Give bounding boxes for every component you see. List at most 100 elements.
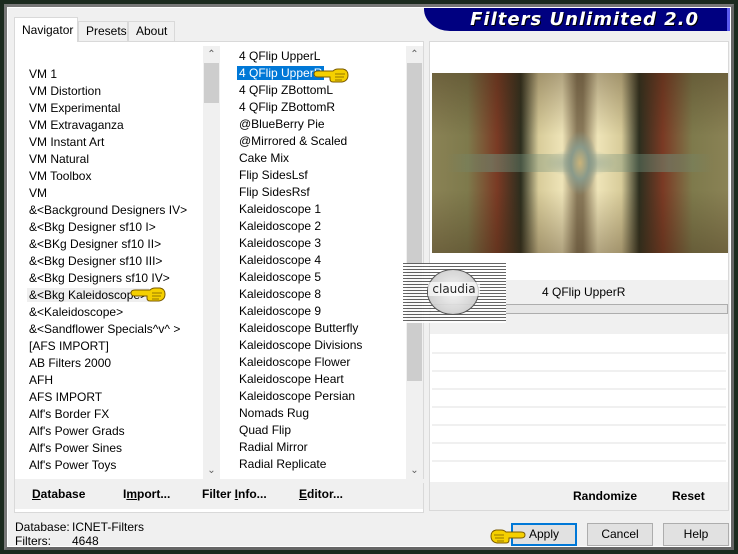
import-button[interactable]: Import... (123, 487, 170, 501)
list-item-label: &<Bkg Designer sf10 I> (29, 220, 156, 234)
navigator-panel: VM 1 VM Distortion VM Experimental VM Extra… (14, 41, 425, 513)
list-item[interactable]: AB Filters 2000 (15, 355, 202, 372)
list-item[interactable]: 4 QFlip ZBottomL (223, 82, 405, 99)
list-item[interactable]: VM Instant Art (15, 134, 202, 151)
pointing-hand-icon (130, 287, 166, 302)
list-item-label: Cake Mix (239, 151, 290, 165)
list-item[interactable]: Kaleidoscope 2 (223, 218, 405, 235)
list-item[interactable]: Kaleidoscope 4 (223, 252, 405, 269)
list-item[interactable]: @BlueBerry Pie (223, 116, 405, 133)
list-item[interactable]: &<Bkg Designer sf10 I> (15, 219, 202, 236)
list-item[interactable]: Kaleidoscope 9 (223, 303, 405, 320)
list-item[interactable]: VM 1 (15, 66, 202, 83)
tab-label: About (136, 24, 168, 38)
list-item-label: Nomads Rug (239, 406, 310, 420)
help-button[interactable]: Help (663, 523, 729, 546)
category-list[interactable]: VM 1 VM Distortion VM Experimental VM Extra… (15, 46, 220, 479)
filter-info-button[interactable]: Filter Info... (202, 487, 267, 501)
scroll-thumb[interactable] (407, 63, 422, 381)
list-item-label: 4 QFlip ZBottomL (239, 83, 334, 97)
navigator-button-bar: Database Import... Filter Info... Editor… (15, 481, 423, 509)
watermark-badge: claudia (427, 269, 480, 315)
list-item[interactable]: Radial Replicate (223, 456, 405, 473)
tab-navigator[interactable]: Navigator (14, 17, 78, 42)
list-item[interactable]: &<Kaleidoscope> (15, 304, 202, 321)
list-item[interactable]: VM Natural (15, 151, 202, 168)
filters-label: Filters: (15, 534, 51, 548)
title-banner: Filters Unlimited 2.0 (424, 8, 730, 31)
list-item[interactable]: Flip SidesLsf (223, 167, 405, 184)
list-item[interactable]: AFS IMPORT (15, 389, 202, 406)
parameter-row (432, 460, 726, 462)
list-item[interactable]: AFH (15, 372, 202, 389)
list-item-label: VM Natural (29, 152, 90, 166)
list-item[interactable]: VM Distortion (15, 83, 202, 100)
list-item[interactable]: Kaleidoscope 3 (223, 235, 405, 252)
list-item-label: 4 QFlip ZBottomR (239, 100, 336, 114)
list-item[interactable]: &<Background Designers IV> (15, 202, 202, 219)
list-item-label: Radial Replicate (239, 457, 327, 471)
list-item[interactable]: &<Bkg Kaleidoscope> (15, 287, 202, 304)
list-item[interactable]: &<Sandflower Specials^v^ > (15, 321, 202, 338)
randomize-button[interactable]: Randomize (573, 489, 637, 503)
list-item[interactable]: Kaleidoscope Persian (223, 388, 405, 405)
parameter-row (432, 352, 726, 354)
list-item-label: Kaleidoscope 1 (239, 202, 322, 216)
list-item[interactable]: 4 QFlip UpperL (223, 48, 405, 65)
list-item[interactable]: Alf's Power Grads (15, 423, 202, 440)
scroll-up-icon[interactable]: ⌃ (406, 46, 423, 63)
filter-list[interactable]: 4 QFlip UpperL 4 QFlip UpperR 4 QFlip ZBot… (223, 46, 423, 479)
parameter-row (432, 388, 726, 390)
editor-button[interactable]: Editor... (299, 487, 343, 501)
list-item-label: VM 1 (29, 67, 58, 81)
parameter-row (432, 442, 726, 444)
list-item[interactable]: Alf's Power Sines (15, 440, 202, 457)
list-item-label: AFH (29, 373, 53, 387)
list-item[interactable]: Kaleidoscope Heart (223, 371, 405, 388)
list-item[interactable]: VM Toolbox (15, 168, 202, 185)
list-item[interactable]: Quad Flip (223, 422, 405, 439)
list-item[interactable]: Alf's Power Toys (15, 457, 202, 474)
list-item[interactable]: &<Bkg Designers sf10 IV> (15, 270, 202, 287)
list-item-label: 4 QFlip UpperR (237, 66, 325, 80)
list-item-label: &<Sandflower Specials^v^ > (29, 322, 181, 336)
scroll-down-icon[interactable]: ⌄ (203, 462, 220, 479)
list-item-label: Kaleidoscope Divisions (239, 338, 363, 352)
list-item[interactable]: @Mirrored & Scaled (223, 133, 405, 150)
cancel-button[interactable]: Cancel (587, 523, 653, 546)
tab-about[interactable]: About (128, 21, 175, 41)
list-item[interactable]: Kaleidoscope 1 (223, 201, 405, 218)
category-scrollbar[interactable]: ⌃ ⌄ (203, 46, 220, 479)
list-item[interactable]: Kaleidoscope Divisions (223, 337, 405, 354)
list-item[interactable]: Nomads Rug (223, 405, 405, 422)
tab-presets[interactable]: Presets (78, 21, 128, 41)
list-item-label: Flip SidesLsf (239, 168, 308, 182)
reset-button[interactable]: Reset (672, 489, 705, 503)
list-item[interactable]: Kaleidoscope Flower (223, 354, 405, 371)
list-item[interactable]: Kaleidoscope 8 (223, 286, 405, 303)
list-item[interactable]: &<BKg Designer sf10 II> (15, 236, 202, 253)
list-item[interactable]: Kaleidoscope 5 (223, 269, 405, 286)
watermark: claudia (403, 263, 506, 323)
list-item[interactable]: VM Experimental (15, 100, 202, 117)
list-item[interactable]: [AFS IMPORT] (15, 338, 202, 355)
preview-button-bar: Randomize Reset (430, 482, 728, 510)
scroll-up-icon[interactable]: ⌃ (203, 46, 220, 63)
list-item[interactable]: VM Extravaganza (15, 117, 202, 134)
list-item[interactable]: Cake Mix (223, 150, 405, 167)
list-item[interactable]: Alf's Border FX (15, 406, 202, 423)
selected-filter-name: 4 QFlip UpperR (542, 285, 626, 299)
list-item-label: Alf's Power Grads (29, 424, 125, 438)
list-item[interactable]: &<Bkg Designer sf10 III> (15, 253, 202, 270)
list-item[interactable]: Radial Mirror (223, 439, 405, 456)
list-item[interactable]: Kaleidoscope Butterfly (223, 320, 405, 337)
scroll-down-icon[interactable]: ⌄ (406, 462, 423, 479)
list-item-label: Quad Flip (239, 423, 292, 437)
list-item-label: Kaleidoscope Flower (239, 355, 351, 369)
list-item[interactable]: VM (15, 185, 202, 202)
list-item[interactable]: 4 QFlip ZBottomR (223, 99, 405, 116)
database-button[interactable]: Database (32, 487, 85, 501)
accelerator-key: m (126, 487, 138, 501)
scroll-thumb[interactable] (204, 63, 219, 103)
list-item[interactable]: Flip SidesRsf (223, 184, 405, 201)
